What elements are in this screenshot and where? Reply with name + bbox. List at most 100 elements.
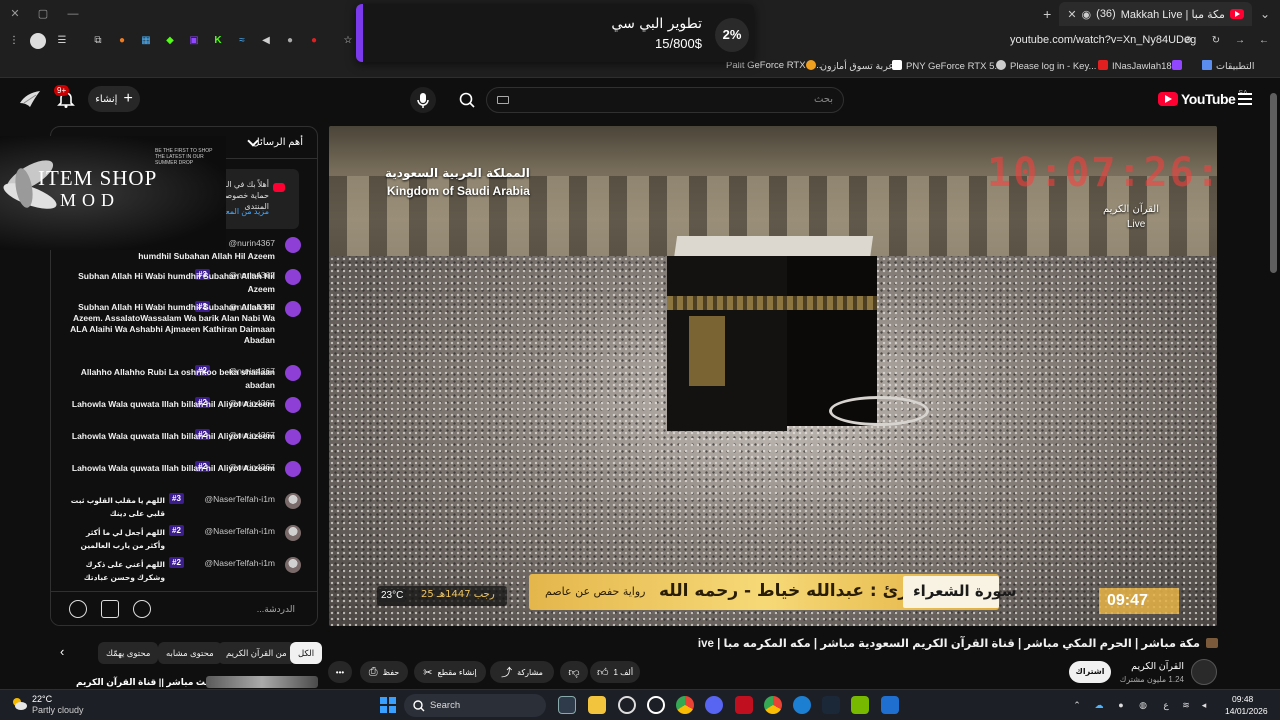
search-button[interactable] bbox=[452, 87, 482, 113]
tray-expand-icon[interactable]: ⌃ bbox=[1071, 699, 1083, 711]
chat-username[interactable]: @NaserTelfah-i1m bbox=[204, 558, 275, 568]
search-input[interactable]: بحث bbox=[486, 87, 844, 113]
extension-kick-icon[interactable]: ◆ bbox=[162, 33, 178, 49]
maximize-window-icon[interactable]: ▢ bbox=[34, 5, 52, 23]
bookmark-item[interactable]: عربة تسوق أمازون bbox=[806, 60, 894, 72]
extension-orange-icon[interactable]: ● bbox=[114, 33, 130, 49]
save-button[interactable]: ⎙ حفظ bbox=[360, 661, 408, 683]
more-actions-button[interactable]: ••• bbox=[328, 661, 352, 683]
profile-icon[interactable] bbox=[30, 33, 46, 49]
address-bar[interactable]: youtube.com/watch?v=Xn_Ny84UDeg bbox=[1010, 34, 1196, 46]
tab-close-icon[interactable]: ✕ bbox=[1067, 8, 1076, 21]
settings-gear-icon[interactable] bbox=[647, 696, 665, 714]
chat-mode-title[interactable]: أهم الرسائل bbox=[252, 137, 303, 148]
user-avatar[interactable] bbox=[285, 397, 301, 413]
weather-temp[interactable]: 22°C bbox=[32, 694, 52, 704]
extension-wave-icon[interactable]: ≈ bbox=[234, 33, 250, 49]
steam-icon[interactable] bbox=[822, 696, 840, 714]
bookmark-item[interactable]: INasJawlah18 bbox=[1098, 60, 1172, 72]
channel-name[interactable]: القرآن الكريم bbox=[1131, 661, 1184, 672]
user-avatar[interactable] bbox=[285, 493, 301, 509]
extension-grid-icon[interactable]: ▦ bbox=[138, 33, 154, 49]
bookmark-apps[interactable]: التطبيقات bbox=[1202, 60, 1255, 72]
hamburger-menu-icon[interactable] bbox=[1238, 93, 1252, 105]
dislike-button[interactable]: 👎︎ bbox=[560, 661, 588, 683]
chat-username[interactable]: @NaserTelfah-i1m bbox=[204, 526, 275, 536]
back-icon[interactable]: ← bbox=[1256, 33, 1272, 49]
app-red-icon[interactable] bbox=[735, 696, 753, 714]
voice-search-button[interactable] bbox=[410, 87, 436, 113]
chat-message[interactable]: @nurin4367 #2 Lahowla Wala quwata Illah … bbox=[51, 395, 317, 427]
audio-icon[interactable]: ◉ bbox=[1082, 8, 1092, 21]
extension-red-icon[interactable]: ● bbox=[306, 33, 322, 49]
more-menu-icon[interactable]: ⋮ bbox=[6, 33, 22, 49]
bookmark-item[interactable] bbox=[1172, 60, 1186, 72]
chat-message[interactable]: @nurin4367 #2 Subhan Allah Hi Wabi humdh… bbox=[51, 299, 317, 363]
chat-username[interactable]: @nurin4367 bbox=[229, 238, 275, 248]
chat-message[interactable]: @nurin4367 #3 Subhan Allah Hi Wabi humdh… bbox=[51, 267, 317, 299]
clock-date[interactable]: 14/01/2026 bbox=[1225, 706, 1268, 716]
chevron-left-icon[interactable]: ‹ bbox=[60, 645, 72, 658]
clock-time[interactable]: 09:48 bbox=[1232, 694, 1253, 704]
nvidia-icon[interactable] bbox=[851, 696, 869, 714]
like-button[interactable]: 👍︎ 1 ألف bbox=[590, 661, 640, 683]
user-avatar[interactable] bbox=[285, 429, 301, 445]
subscribe-button[interactable]: اشتراك bbox=[1069, 661, 1111, 683]
file-explorer-icon[interactable] bbox=[588, 696, 606, 714]
weather-desc[interactable]: Partly cloudy bbox=[32, 705, 84, 715]
extensions-puzzle-icon[interactable]: ⧉ bbox=[90, 33, 106, 49]
create-button[interactable]: إنشاء + bbox=[88, 86, 140, 112]
discord-icon[interactable] bbox=[705, 696, 723, 714]
volume-icon[interactable]: ◀ bbox=[258, 33, 274, 49]
reload-icon[interactable]: ↻ bbox=[1208, 33, 1224, 49]
app-blue-icon[interactable] bbox=[881, 696, 899, 714]
chip-similar[interactable]: محتوى مشابه bbox=[158, 642, 222, 664]
chip-from-channel[interactable]: من القرآن الكريم bbox=[218, 642, 295, 664]
bookmark-item[interactable]: Please log in - Key... bbox=[996, 60, 1096, 72]
chat-username[interactable]: @NaserTelfah-i1m bbox=[204, 494, 275, 504]
tab-search-icon[interactable]: ⌄ bbox=[1260, 7, 1270, 21]
emoji-icon[interactable] bbox=[133, 600, 151, 618]
keyboard-icon[interactable] bbox=[497, 96, 509, 104]
taskbar-search[interactable]: Search bbox=[404, 694, 546, 717]
page-scrollbar[interactable] bbox=[1268, 79, 1280, 689]
youtube-logo[interactable]: YouTube SA bbox=[1158, 90, 1248, 107]
user-avatar[interactable] bbox=[285, 237, 301, 253]
chatgpt-icon[interactable] bbox=[618, 696, 636, 714]
user-avatar[interactable] bbox=[285, 525, 301, 541]
user-avatar[interactable] bbox=[285, 301, 301, 317]
task-view-icon[interactable] bbox=[558, 696, 576, 714]
heart-icon[interactable] bbox=[69, 600, 87, 618]
chip-for-you[interactable]: محتوى يهمّك bbox=[98, 642, 159, 664]
close-window-icon[interactable]: ✕ bbox=[6, 5, 24, 23]
clip-button[interactable]: ✂ إنشاء مقطع bbox=[414, 661, 486, 683]
video-player[interactable]: المملكة العربية السعودية Kingdom of Saud… bbox=[329, 126, 1217, 626]
user-avatar[interactable] bbox=[285, 557, 301, 573]
chip-all[interactable]: الكل bbox=[290, 642, 323, 664]
chat-message[interactable]: @nurin4367 #2 Lahowla Wala quwata Illah … bbox=[51, 459, 317, 491]
user-avatar[interactable] bbox=[285, 365, 301, 381]
scrollbar-thumb[interactable] bbox=[1270, 93, 1277, 273]
account-avatar[interactable] bbox=[18, 89, 42, 111]
bookmark-item[interactable]: PNY GeForce RTX 5... bbox=[892, 60, 1002, 72]
speaker-icon[interactable]: ◂ bbox=[1198, 699, 1210, 711]
network-icon[interactable]: ◍ bbox=[1137, 699, 1149, 711]
chat-message[interactable]: @NaserTelfah-i1m #2 اللهم أعني على ذكرك … bbox=[51, 555, 317, 587]
weather-cloud-icon[interactable] bbox=[10, 695, 28, 713]
recommendation-thumbnail[interactable] bbox=[206, 676, 318, 688]
extension-lines-icon[interactable]: ☰ bbox=[54, 33, 70, 49]
active-tab[interactable]: ✕ ◉ (36) Makkah Live | مكة مبا bbox=[1059, 2, 1252, 26]
extension-twitch-icon[interactable]: ▣ bbox=[186, 33, 202, 49]
windows-start-icon[interactable] bbox=[380, 697, 396, 713]
user-avatar[interactable] bbox=[285, 461, 301, 477]
wifi-icon[interactable]: ≋ bbox=[1180, 699, 1192, 711]
chrome-profile-icon[interactable] bbox=[764, 696, 782, 714]
extension-k-icon[interactable]: K bbox=[210, 33, 226, 49]
microphone-icon[interactable]: ● bbox=[1115, 699, 1127, 711]
bookmark-star-icon[interactable]: ☆ bbox=[340, 33, 356, 49]
new-tab-button[interactable]: + bbox=[1043, 6, 1051, 22]
share-button[interactable]: ⤴ مشاركة bbox=[490, 661, 554, 683]
user-avatar[interactable] bbox=[285, 269, 301, 285]
minimize-window-icon[interactable]: — bbox=[64, 5, 82, 23]
super-chat-icon[interactable] bbox=[101, 600, 119, 618]
